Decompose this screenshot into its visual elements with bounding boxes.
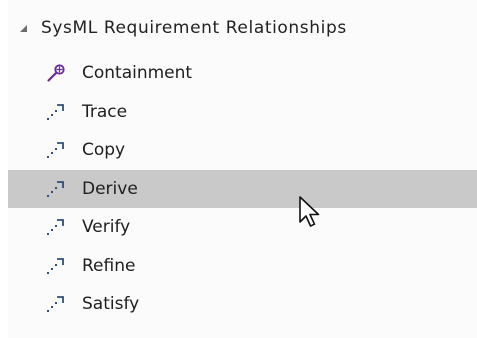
list-item-verify[interactable]: Verify [8, 208, 477, 247]
dashed-arrow-icon [47, 103, 64, 120]
dashed-arrow-icon [47, 142, 64, 159]
section-title: SysML Requirement Relationships [41, 18, 347, 38]
triangle-expanded-icon[interactable] [20, 24, 27, 32]
relationship-list: Containment Trace Copy Derive Verify Ref… [8, 54, 477, 324]
toolbox-panel: SysML Requirement Relationships Containm… [0, 0, 477, 338]
dashed-arrow-icon [47, 219, 64, 236]
list-item-trace[interactable]: Trace [8, 93, 477, 132]
item-label: Refine [82, 255, 136, 276]
section-header[interactable]: SysML Requirement Relationships [8, 12, 477, 44]
dashed-arrow-icon [47, 257, 64, 274]
containment-icon [47, 64, 65, 82]
list-item-satisfy[interactable]: Satisfy [8, 285, 477, 324]
toolbox-section: SysML Requirement Relationships Containm… [8, 0, 477, 338]
item-label: Satisfy [82, 294, 140, 315]
list-item-refine[interactable]: Refine [8, 247, 477, 286]
list-item-copy[interactable]: Copy [8, 131, 477, 170]
item-label: Trace [82, 101, 128, 122]
item-label: Containment [82, 63, 193, 84]
dashed-arrow-icon [47, 180, 64, 197]
mouse-pointer-icon [299, 196, 320, 227]
item-label: Copy [82, 140, 126, 161]
list-item-derive[interactable]: Derive [8, 169, 477, 208]
item-label: Verify [82, 217, 131, 238]
list-item-containment[interactable]: Containment [8, 54, 477, 93]
item-label: Derive [82, 178, 138, 199]
dashed-arrow-icon [47, 296, 64, 313]
